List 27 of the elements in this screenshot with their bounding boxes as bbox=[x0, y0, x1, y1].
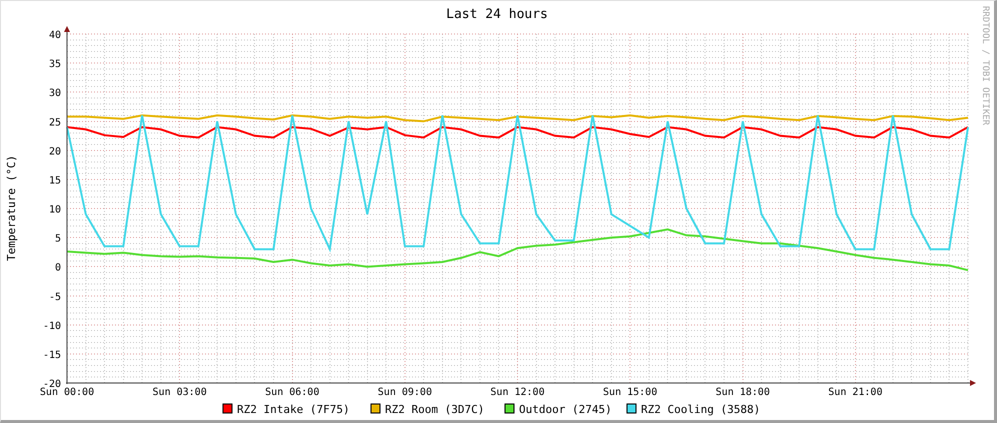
tick-label: -5 bbox=[48, 292, 61, 303]
chart-title: Last 24 hours bbox=[446, 7, 548, 22]
tick-label: Sun 03:00 bbox=[152, 387, 207, 398]
tick-label: 15 bbox=[48, 175, 61, 186]
credit-text: RRDTOOL / TOBI OETIKER bbox=[980, 6, 990, 126]
legend-label: RZ2 Cooling (3588) bbox=[641, 403, 760, 416]
tick-label: 25 bbox=[48, 117, 61, 128]
tick-label: Sun 18:00 bbox=[716, 387, 770, 398]
tick-label: 35 bbox=[48, 59, 61, 70]
tick-label: Sun 15:00 bbox=[603, 387, 658, 398]
tick-label: Sun 09:00 bbox=[378, 387, 432, 398]
legend-label: RZ2 Room (3D7C) bbox=[385, 403, 484, 416]
tick-label: Sun 12:00 bbox=[490, 387, 545, 398]
tick-label: Sun 21:00 bbox=[828, 387, 882, 398]
tick-label: -15 bbox=[42, 350, 61, 361]
tick-label: Sun 00:00 bbox=[40, 387, 94, 398]
legend-label: Outdoor (2745) bbox=[519, 403, 612, 416]
tick-label: 40 bbox=[48, 30, 61, 41]
axis-title: Temperature (°C) bbox=[5, 155, 18, 261]
tick-label: 0 bbox=[54, 262, 61, 274]
tick-label: 10 bbox=[48, 204, 61, 216]
tick-label: Sun 06:00 bbox=[265, 387, 320, 398]
legend-label: RZ2 Intake (7F75) bbox=[237, 403, 350, 416]
tick-label: 5 bbox=[54, 234, 61, 245]
tick-label: 20 bbox=[48, 146, 61, 158]
tick-label: 30 bbox=[48, 88, 61, 100]
tick-label: -10 bbox=[42, 320, 61, 332]
